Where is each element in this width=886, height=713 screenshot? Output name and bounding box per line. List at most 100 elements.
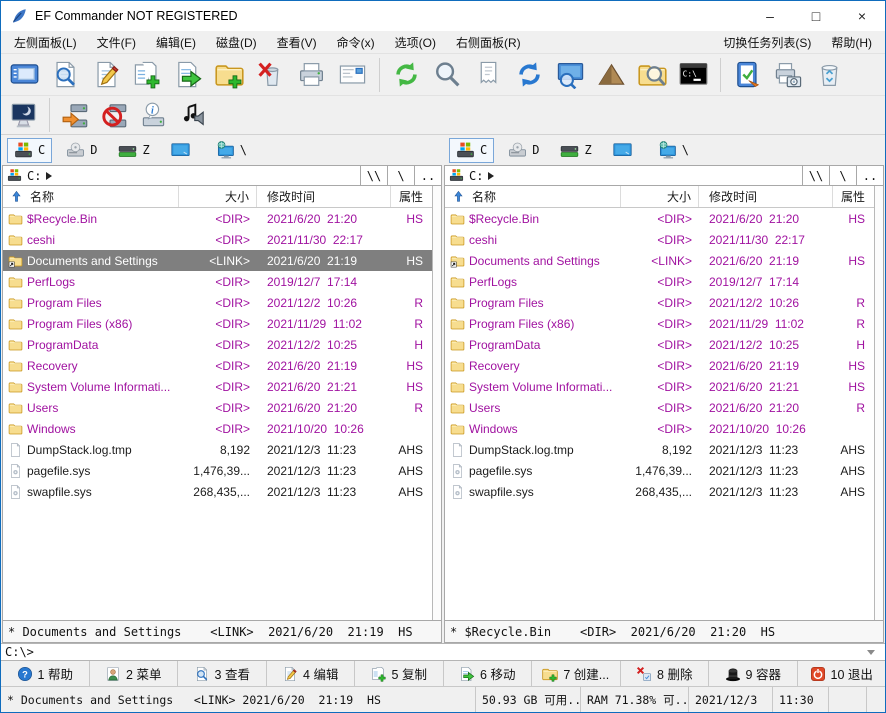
menu-item[interactable]: 查看(V) <box>267 32 327 53</box>
file-row[interactable]: Recovery <DIR> 2021/6/20 21:19 HS <box>3 355 432 376</box>
file-row[interactable]: Program Files (x86) <DIR> 2021/11/29 11:… <box>445 313 874 334</box>
menu-item[interactable]: 编辑(E) <box>146 32 206 53</box>
path-nav-button[interactable]: \ <box>387 166 414 185</box>
function-key-button[interactable]: 10 退出 <box>798 661 886 686</box>
path-nav-button[interactable]: \\ <box>802 166 829 185</box>
drive-button[interactable]: \ <box>651 138 696 163</box>
drive-button[interactable] <box>164 138 202 163</box>
column-header-modified[interactable]: 修改时间 <box>257 186 391 207</box>
toolbar-button[interactable] <box>4 56 45 94</box>
column-header-modified[interactable]: 修改时间 <box>699 186 833 207</box>
function-key-button[interactable]: 4 编辑 <box>267 661 356 686</box>
menu-item[interactable]: 文件(F) <box>87 32 146 53</box>
path-nav-button[interactable]: .. <box>856 166 883 185</box>
toolbar-button[interactable] <box>209 56 250 94</box>
toolbar-button[interactable] <box>86 56 127 94</box>
function-key-button[interactable]: 9 容器 <box>709 661 798 686</box>
file-row[interactable]: DumpStack.log.tmp 8,192 2021/12/3 11:23 … <box>3 439 432 460</box>
menu-item[interactable]: 右侧面板(R) <box>446 32 531 53</box>
toolbar-button[interactable] <box>95 96 134 134</box>
right-scrollbar[interactable] <box>874 186 883 620</box>
function-key-button[interactable]: 8 删除 <box>621 661 710 686</box>
drive-button[interactable]: Z <box>111 138 156 163</box>
close-button[interactable]: × <box>839 1 885 31</box>
menu-item[interactable]: 左侧面板(L) <box>4 32 87 53</box>
function-key-button[interactable]: 7 创建... <box>532 661 621 686</box>
toolbar-button[interactable]: i <box>134 96 173 134</box>
command-line[interactable]: C:\> <box>1 643 885 661</box>
menu-item[interactable]: 选项(O) <box>385 32 446 53</box>
toolbar-button[interactable] <box>468 56 509 94</box>
file-row[interactable]: PerfLogs <DIR> 2019/12/7 17:14 <box>445 271 874 292</box>
toolbar-button[interactable] <box>45 56 86 94</box>
toolbar-button[interactable] <box>768 56 809 94</box>
column-header-size[interactable]: 大小 <box>179 186 257 207</box>
file-row[interactable]: System Volume Informati... <DIR> 2021/6/… <box>445 376 874 397</box>
drive-button[interactable] <box>606 138 644 163</box>
toolbar-button[interactable] <box>727 56 768 94</box>
drive-button[interactable]: Z <box>553 138 598 163</box>
file-row[interactable]: ProgramData <DIR> 2021/12/2 10:25 H <box>445 334 874 355</box>
column-header-size[interactable]: 大小 <box>621 186 699 207</box>
file-row[interactable]: $Recycle.Bin <DIR> 2021/6/20 21:20 HS <box>3 208 432 229</box>
drive-button[interactable]: C <box>7 138 52 163</box>
drive-button[interactable]: D <box>501 138 546 163</box>
file-row[interactable]: $Recycle.Bin <DIR> 2021/6/20 21:20 HS <box>445 208 874 229</box>
function-key-button[interactable]: 5 复制 <box>355 661 444 686</box>
path-dropdown-caret-icon[interactable] <box>46 172 56 180</box>
file-row[interactable]: Documents and Settings <LINK> 2021/6/20 … <box>445 250 874 271</box>
file-row[interactable]: ProgramData <DIR> 2021/12/2 10:25 H <box>3 334 432 355</box>
toolbar-button[interactable] <box>332 56 373 94</box>
toolbar-button[interactable] <box>56 96 95 134</box>
file-row[interactable]: pagefile.sys 1,476,39... 2021/12/3 11:23… <box>445 460 874 481</box>
toolbar-button[interactable] <box>168 56 209 94</box>
file-row[interactable]: ceshi <DIR> 2021/11/30 22:17 <box>3 229 432 250</box>
maximize-button[interactable]: □ <box>793 1 839 31</box>
toolbar-button[interactable] <box>632 56 673 94</box>
toolbar-button[interactable] <box>173 96 212 134</box>
file-row[interactable]: DumpStack.log.tmp 8,192 2021/12/3 11:23 … <box>445 439 874 460</box>
toolbar-button[interactable] <box>509 56 550 94</box>
file-row[interactable]: swapfile.sys 268,435,... 2021/12/3 11:23… <box>445 481 874 502</box>
drive-button[interactable]: C <box>449 138 494 163</box>
file-row[interactable]: pagefile.sys 1,476,39... 2021/12/3 11:23… <box>3 460 432 481</box>
left-scrollbar[interactable] <box>432 186 441 620</box>
toolbar-button[interactable] <box>591 56 632 94</box>
menu-item[interactable]: 命令(x) <box>327 32 385 53</box>
column-header-attributes[interactable]: 属性 <box>391 186 432 207</box>
function-key-button[interactable]: ? 1 帮助 <box>1 661 90 686</box>
minimize-button[interactable]: – <box>747 1 793 31</box>
toolbar-button[interactable] <box>550 56 591 94</box>
toolbar-button[interactable] <box>427 56 468 94</box>
path-nav-button[interactable]: \\ <box>360 166 387 185</box>
toolbar-button[interactable] <box>809 56 850 94</box>
column-header-name[interactable]: 名称 <box>445 186 621 207</box>
drive-button[interactable]: D <box>59 138 104 163</box>
file-row[interactable]: Program Files <DIR> 2021/12/2 10:26 R <box>445 292 874 313</box>
path-field[interactable]: C: <box>445 166 802 185</box>
file-row[interactable]: Program Files (x86) <DIR> 2021/11/29 11:… <box>3 313 432 334</box>
path-nav-button[interactable]: .. <box>414 166 441 185</box>
column-header-attributes[interactable]: 属性 <box>833 186 874 207</box>
file-row[interactable]: Windows <DIR> 2021/10/20 10:26 <box>445 418 874 439</box>
function-key-button[interactable]: 3 查看 <box>178 661 267 686</box>
toolbar-button[interactable] <box>250 56 291 94</box>
path-dropdown-caret-icon[interactable] <box>488 172 498 180</box>
file-row[interactable]: Documents and Settings <LINK> 2021/6/20 … <box>3 250 432 271</box>
toolbar-button[interactable]: C:\ <box>673 56 714 94</box>
toolbar-button[interactable] <box>4 96 43 134</box>
toolbar-button[interactable] <box>386 56 427 94</box>
file-row[interactable]: Users <DIR> 2021/6/20 21:20 R <box>3 397 432 418</box>
toolbar-button[interactable] <box>291 56 332 94</box>
file-row[interactable]: Windows <DIR> 2021/10/20 10:26 <box>3 418 432 439</box>
file-row[interactable]: Program Files <DIR> 2021/12/2 10:26 R <box>3 292 432 313</box>
file-row[interactable]: swapfile.sys 268,435,... 2021/12/3 11:23… <box>3 481 432 502</box>
path-field[interactable]: C: <box>3 166 360 185</box>
path-nav-button[interactable]: \ <box>829 166 856 185</box>
menu-item[interactable]: 切换任务列表(S) <box>713 32 821 53</box>
menu-item[interactable]: 帮助(H) <box>821 32 882 53</box>
file-row[interactable]: ceshi <DIR> 2021/11/30 22:17 <box>445 229 874 250</box>
drive-button[interactable]: \ <box>209 138 254 163</box>
function-key-button[interactable]: 6 移动 <box>444 661 533 686</box>
menu-item[interactable]: 磁盘(D) <box>206 32 267 53</box>
